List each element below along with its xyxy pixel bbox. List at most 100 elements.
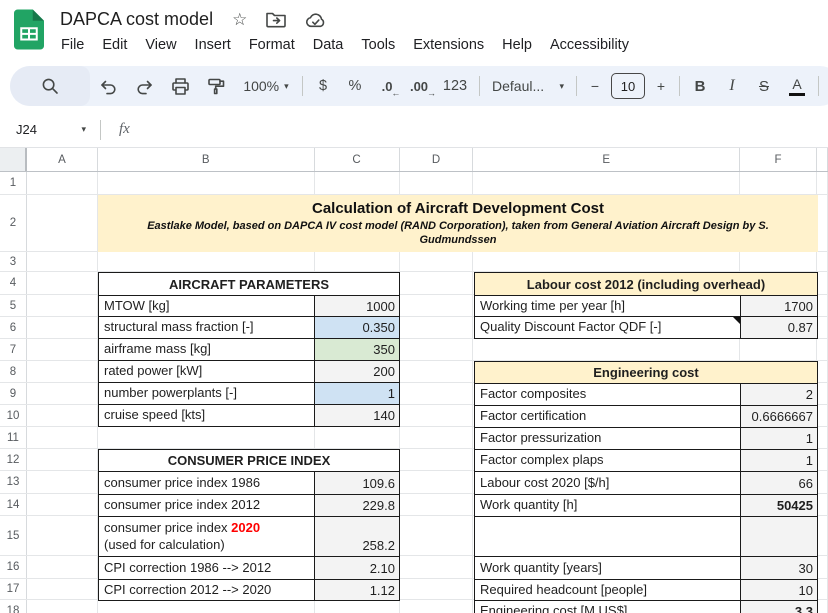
cell-value[interactable]: 1 [741, 428, 817, 449]
row-header-2[interactable]: 2 [0, 195, 27, 251]
grid-cell[interactable] [817, 579, 828, 599]
cell-label[interactable]: CPI correction 2012 --> 2020 [99, 580, 315, 600]
increase-font-size-button[interactable]: + [647, 66, 675, 106]
name-box[interactable]: J24 ▾ [0, 122, 96, 137]
cell-value[interactable]: 200 [315, 361, 399, 382]
undo-button[interactable] [90, 66, 126, 106]
grid-cell[interactable] [27, 600, 98, 613]
cell-label[interactable]: Factor composites [475, 384, 741, 405]
cell-label[interactable]: Work quantity [h] [475, 495, 741, 516]
cell-value[interactable]: 1 [741, 450, 817, 471]
grid-cell[interactable] [817, 405, 828, 426]
document-title[interactable]: DAPCA cost model [60, 9, 213, 30]
row-header-16[interactable]: 16 [0, 556, 27, 578]
grid-cell[interactable] [400, 449, 474, 470]
cell-value[interactable]: 1700 [741, 296, 817, 316]
column-header-f[interactable]: F [740, 148, 817, 171]
cell-label[interactable]: Working time per year [h] [475, 296, 741, 316]
font-size-input[interactable]: 10 [611, 73, 645, 99]
column-header-partial[interactable] [817, 148, 828, 171]
grid-cell[interactable] [400, 579, 474, 599]
table-header[interactable]: AIRCRAFT PARAMETERS [99, 273, 399, 295]
grid-cell[interactable] [315, 172, 400, 194]
grid-cell[interactable] [740, 339, 817, 360]
grid-cell[interactable] [400, 383, 474, 404]
cell-value[interactable]: 229.8 [315, 495, 399, 516]
grid-cell[interactable] [400, 295, 474, 316]
grid-cell[interactable] [27, 339, 98, 360]
column-header-d[interactable]: D [400, 148, 474, 171]
font-family-select[interactable]: Defaul... ▾ [484, 66, 572, 106]
sheets-logo-icon[interactable] [14, 9, 44, 50]
grid-cell[interactable] [817, 471, 828, 493]
grid-cell[interactable] [27, 405, 98, 426]
column-header-e[interactable]: E [473, 148, 740, 171]
row-header-9[interactable]: 9 [0, 383, 27, 404]
cell-label[interactable]: Factor pressurization [475, 428, 741, 449]
cell-label[interactable]: number powerplants [-] [99, 383, 315, 404]
format-currency-button[interactable]: $ [307, 66, 339, 106]
menu-item-file[interactable]: File [52, 34, 93, 56]
grid-cell[interactable] [27, 449, 98, 470]
grid-cell[interactable] [27, 252, 98, 271]
grid-cell[interactable] [27, 272, 98, 294]
paint-format-button[interactable] [198, 66, 234, 106]
grid-cell[interactable] [400, 272, 474, 294]
print-button[interactable] [162, 66, 198, 106]
grid-cell[interactable] [27, 516, 98, 555]
text-color-button[interactable]: A [780, 66, 814, 106]
grid-cell[interactable] [315, 600, 400, 613]
grid-cell[interactable] [473, 252, 740, 271]
sheet-title-cell[interactable]: Calculation of Aircraft Development Cost… [98, 195, 818, 252]
menu-item-data[interactable]: Data [304, 34, 353, 56]
decrease-decimal-button[interactable]: .0← [371, 66, 403, 106]
cell-label[interactable]: Quality Discount Factor QDF [-] [475, 317, 741, 338]
grid-cell[interactable] [400, 600, 474, 613]
cell-value[interactable]: 50425 [741, 495, 817, 516]
table-header[interactable]: Labour cost 2012 (including overhead) [475, 273, 817, 295]
cell-value[interactable]: 1 [315, 383, 399, 404]
cell-value[interactable]: 66 [741, 472, 817, 494]
grid-cell[interactable] [27, 556, 98, 578]
row-header-14[interactable]: 14 [0, 494, 27, 515]
cell-value[interactable]: 2.10 [315, 557, 399, 579]
grid-cell[interactable] [817, 272, 828, 294]
cell-value[interactable]: 350 [315, 339, 399, 360]
grid-cell[interactable] [400, 405, 474, 426]
grid-cell[interactable] [27, 195, 98, 251]
cell-value[interactable]: 0.87 [741, 317, 817, 338]
grid-cell[interactable] [817, 494, 828, 515]
grid-cell[interactable] [740, 172, 817, 194]
menu-item-extensions[interactable]: Extensions [404, 34, 493, 56]
column-header-c[interactable]: C [315, 148, 400, 171]
row-header-7[interactable]: 7 [0, 339, 27, 360]
grid-cell[interactable] [27, 383, 98, 404]
bold-button[interactable]: B [684, 66, 716, 106]
table-header[interactable]: CONSUMER PRICE INDEX [99, 450, 399, 471]
cell-label[interactable]: CPI correction 1986 --> 2012 [99, 557, 315, 579]
row-header-12[interactable]: 12 [0, 449, 27, 470]
cell-label[interactable]: MTOW [kg] [99, 296, 315, 316]
italic-button[interactable]: I [716, 66, 748, 106]
menu-item-insert[interactable]: Insert [186, 34, 240, 56]
grid-cell[interactable] [400, 516, 474, 555]
grid-cell[interactable] [27, 317, 98, 338]
row-header-5[interactable]: 5 [0, 295, 27, 316]
cell-label[interactable]: Engineering cost [M.US$] [475, 601, 741, 613]
grid-cell[interactable] [27, 295, 98, 316]
cell-label[interactable]: consumer price index 2020(used for calcu… [99, 517, 315, 556]
grid-cell[interactable] [400, 361, 474, 382]
cell-label[interactable]: Labour cost 2020 [$/h] [475, 472, 741, 494]
more-formats-button[interactable]: 123 [435, 66, 475, 106]
menu-item-tools[interactable]: Tools [352, 34, 404, 56]
grid-cell[interactable] [817, 556, 828, 578]
grid-cell[interactable] [98, 252, 315, 271]
cell-value[interactable]: 1.12 [315, 580, 399, 600]
cell-value[interactable]: 2 [741, 384, 817, 405]
cell-label[interactable]: cruise speed [kts] [99, 405, 315, 426]
cell-value[interactable]: 140 [315, 405, 399, 426]
format-percent-button[interactable]: % [339, 66, 371, 106]
cell-label[interactable]: Factor certification [475, 406, 741, 427]
grid-cell[interactable] [817, 600, 828, 613]
menu-item-help[interactable]: Help [493, 34, 541, 56]
